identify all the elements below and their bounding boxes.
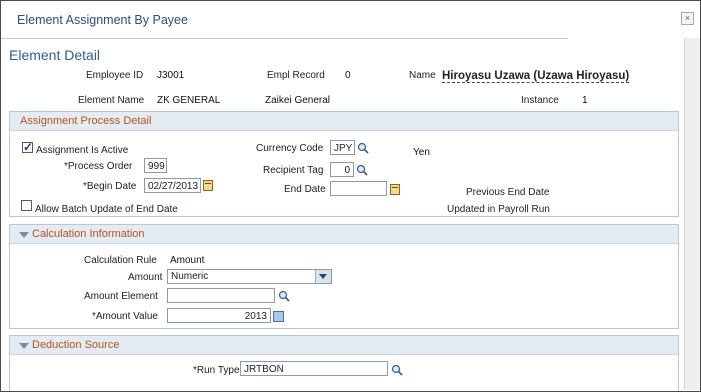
amount-value-input[interactable]: 2013 — [167, 308, 271, 323]
process-order-input[interactable]: 999 — [144, 158, 167, 173]
page-title: Element Detail — [9, 47, 101, 63]
recipient-tag-input[interactable]: 0 — [330, 162, 354, 177]
element-name-label: Element Name — [78, 95, 145, 106]
amount-type-select[interactable]: Numeric — [167, 269, 332, 284]
modal-window: Element Assignment By Payee × Element De… — [0, 0, 701, 392]
recipient-tag-lookup-icon[interactable] — [356, 164, 368, 176]
previous-end-date-label: Previous End Date — [466, 187, 550, 198]
calculation-info-header[interactable]: Calculation Information — [10, 225, 678, 244]
calculation-rule-label: Calculation Rule — [84, 255, 157, 266]
deduction-source-title: Deduction Source — [32, 339, 120, 351]
empl-record-label: Empl Record — [267, 70, 325, 81]
amount-type-label: Amount — [128, 272, 163, 283]
title-divider — [1, 38, 568, 39]
begin-date-input[interactable]: 02/27/2013 — [144, 178, 201, 193]
collapse-arrow-icon[interactable] — [19, 343, 29, 349]
deduction-source-header[interactable]: Deduction Source — [10, 336, 678, 355]
run-type-label: *Run Type — [193, 365, 240, 376]
empl-record-value: 0 — [345, 70, 351, 81]
amount-element-lookup-icon[interactable] — [278, 290, 290, 302]
currency-code-input[interactable]: JPY — [330, 140, 355, 155]
run-type-lookup-icon[interactable] — [391, 364, 403, 376]
amount-element-input[interactable] — [167, 288, 275, 303]
instance-label: Instance — [521, 95, 559, 106]
end-date-label: End Date — [284, 184, 326, 195]
window-title: Element Assignment By Payee — [17, 13, 188, 27]
assignment-process-header[interactable]: Assignment Process Detail — [10, 112, 678, 131]
amount-value-label: *Amount Value — [92, 311, 158, 322]
close-button[interactable]: × — [681, 12, 694, 25]
end-date-calendar-icon[interactable] — [390, 184, 400, 195]
collapse-arrow-icon[interactable] — [19, 232, 29, 238]
calculation-info-title: Calculation Information — [32, 228, 145, 240]
instance-value: 1 — [582, 95, 588, 106]
name-label: Name — [409, 70, 436, 81]
currency-code-lookup-icon[interactable] — [357, 142, 369, 154]
end-date-input[interactable] — [330, 181, 387, 196]
batch-update-checkbox[interactable] — [21, 200, 32, 211]
assignment-process-title: Assignment Process Detail — [20, 115, 152, 127]
currency-description: Yen — [413, 147, 430, 158]
recipient-tag-label: Recipient Tag — [263, 165, 324, 176]
assignment-active-checkbox[interactable] — [22, 140, 33, 154]
process-order-label: *Process Order — [64, 161, 133, 172]
element-description: Zaikei General — [265, 95, 331, 106]
calculation-rule-value: Amount — [170, 255, 205, 266]
chevron-down-icon[interactable] — [315, 270, 331, 283]
element-name-value: ZK GENERAL — [157, 95, 221, 106]
begin-date-calendar-icon[interactable] — [203, 180, 213, 191]
window-titlebar: Element Assignment By Payee × — [1, 1, 700, 35]
employee-id-label: Employee ID — [86, 70, 144, 81]
employee-id-value: J3001 — [157, 70, 185, 81]
begin-date-label: *Begin Date — [83, 181, 137, 192]
batch-update-label: Allow Batch Update of End Date — [35, 204, 178, 215]
vertical-scrollbar[interactable] — [684, 38, 700, 390]
run-type-input[interactable]: JRTBON — [240, 361, 388, 376]
calculator-icon[interactable] — [273, 311, 284, 322]
currency-code-label: Currency Code — [256, 143, 324, 154]
amount-element-label: Amount Element — [84, 291, 158, 302]
updated-in-payroll-run-label: Updated in Payroll Run — [447, 204, 550, 215]
assignment-active-label: Assignment Is Active — [36, 145, 129, 156]
employee-name-link[interactable]: Hiroyasu Uzawa (Uzawa Hiroyasu) — [442, 70, 630, 83]
amount-type-selected: Numeric — [171, 271, 209, 282]
